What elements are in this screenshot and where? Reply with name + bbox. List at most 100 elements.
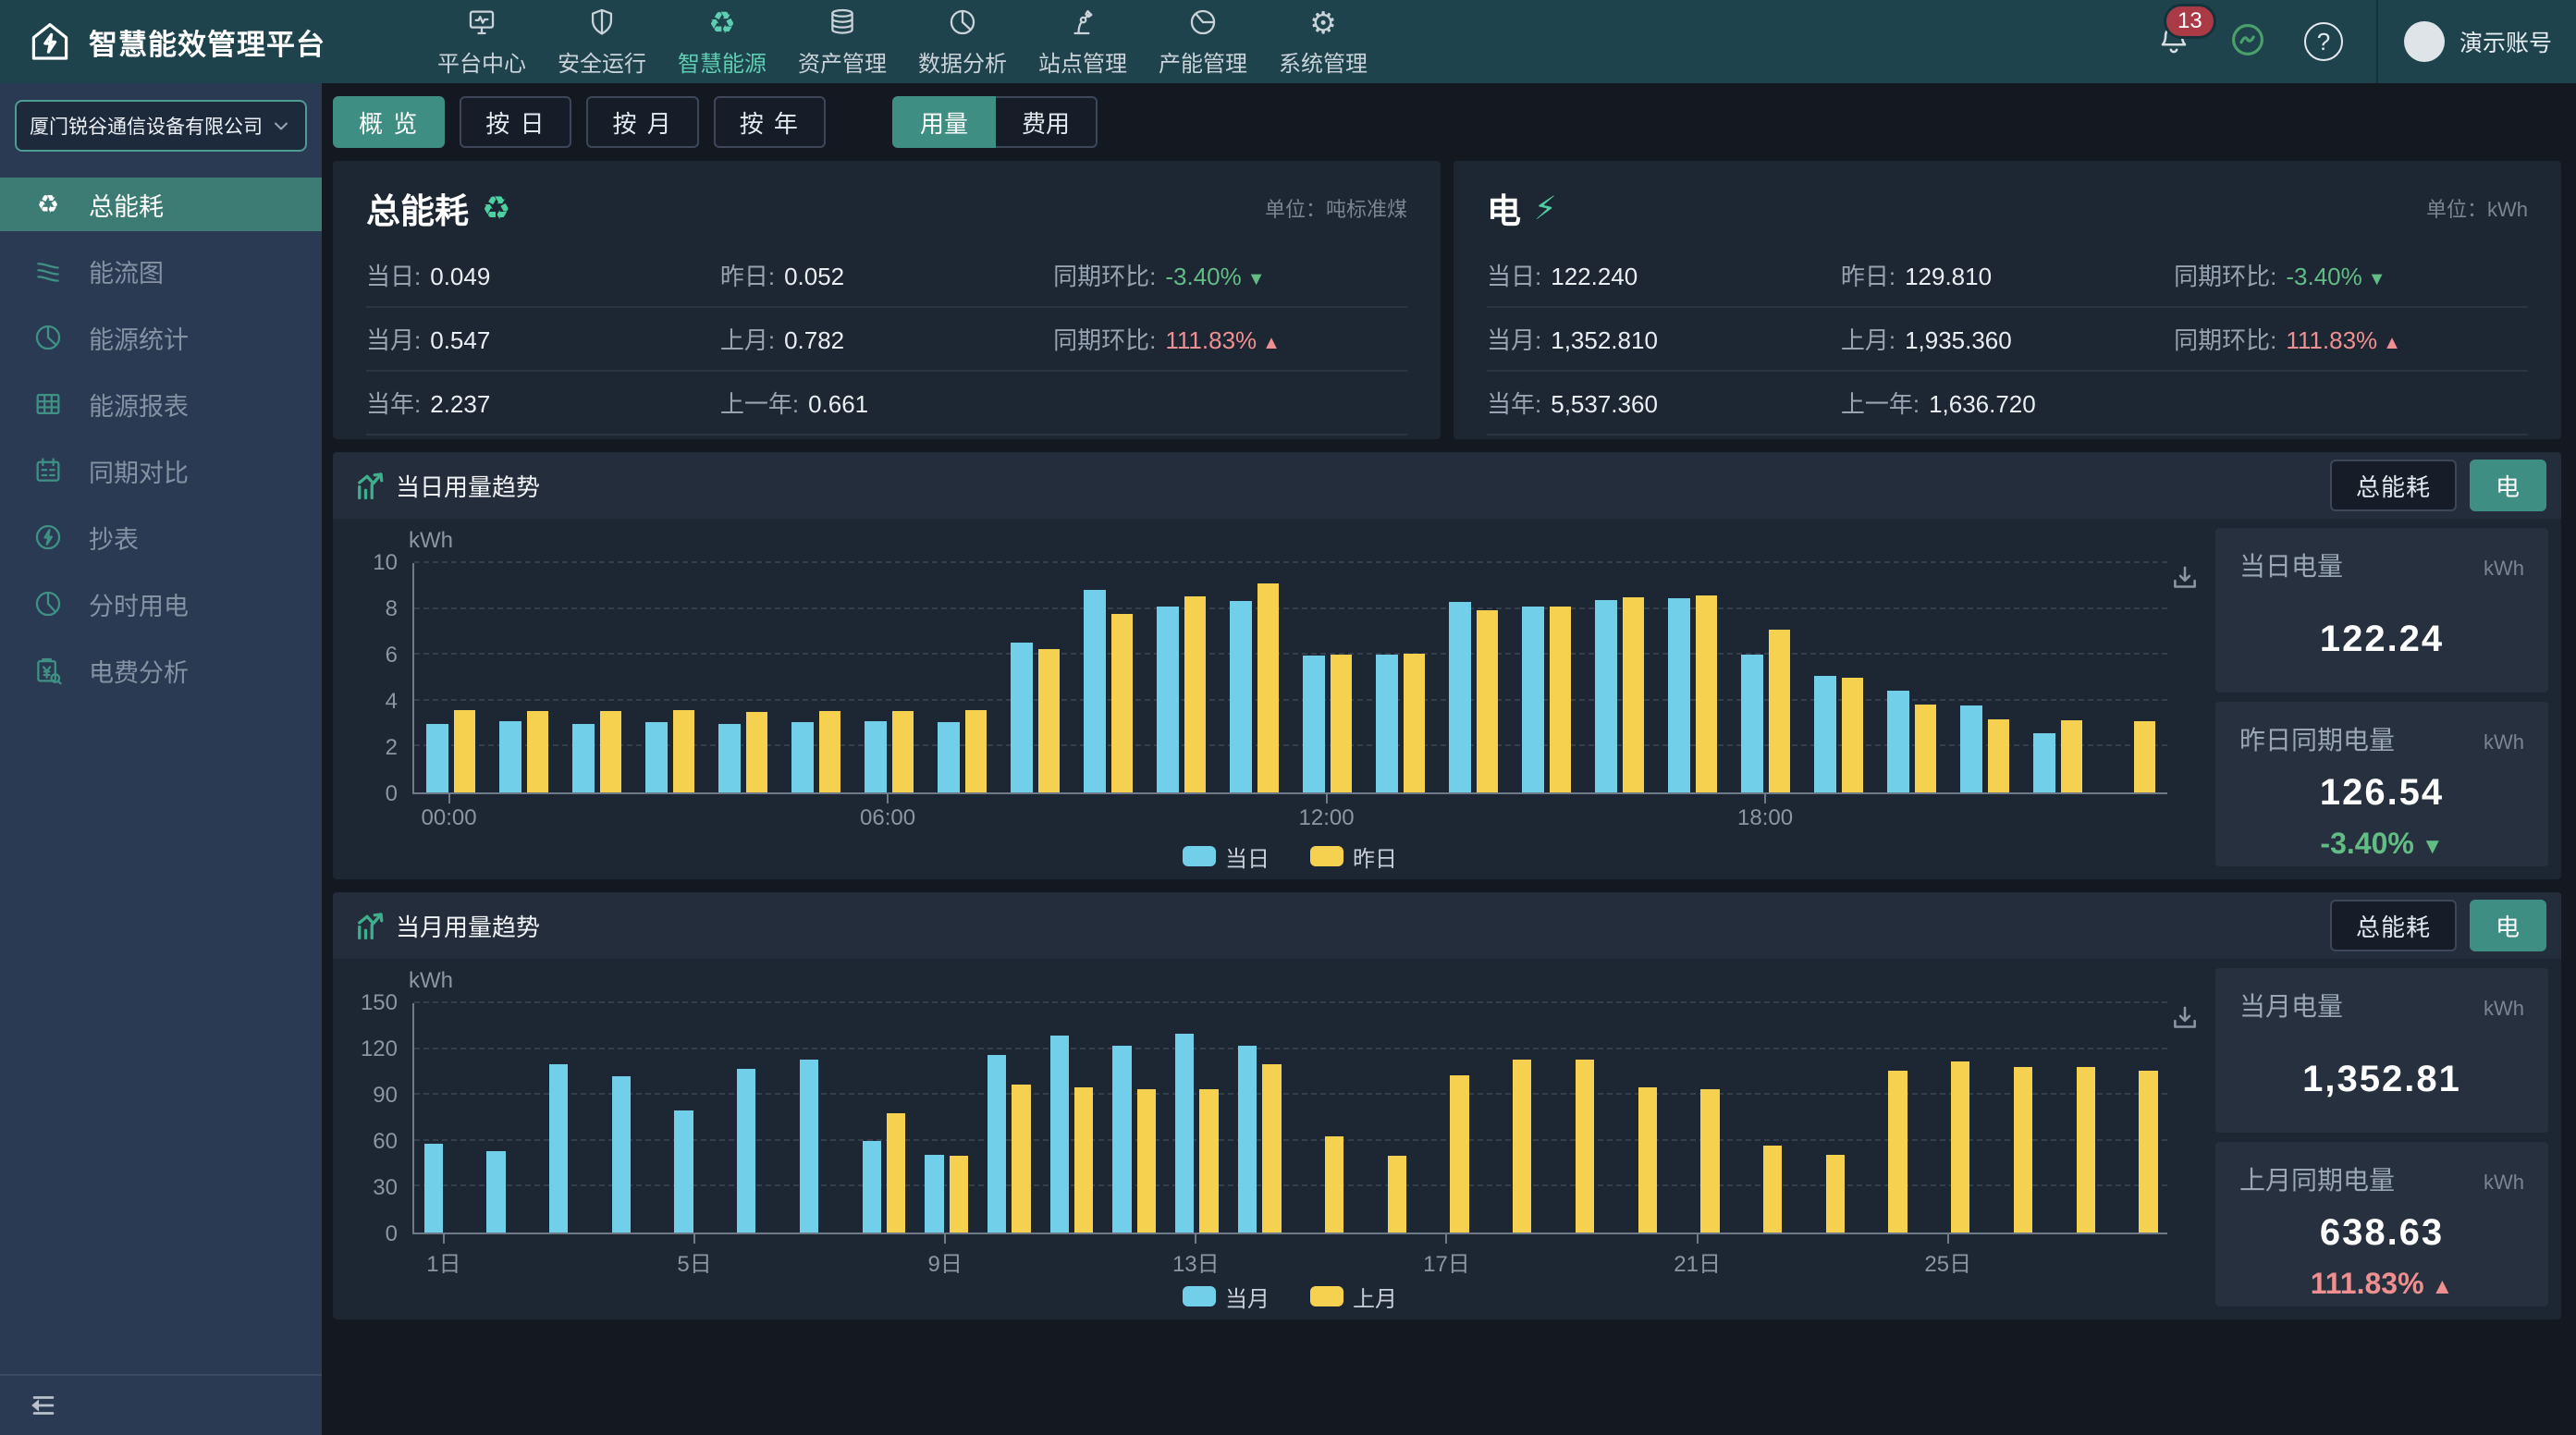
- x-tick-label: 25日: [1924, 1245, 1971, 1278]
- nav-smart-energy[interactable]: ♻ 智慧能源: [662, 6, 782, 78]
- category-slot: [477, 1003, 540, 1233]
- x-tick-label: 06:00: [860, 805, 915, 831]
- sidebar-item-energy-flow[interactable]: 能流图: [0, 244, 322, 298]
- account-menu[interactable]: 演示账号: [2378, 21, 2576, 62]
- sidebar-item-label: 电费分析: [89, 653, 189, 689]
- nav-safe-operation[interactable]: 安全运行: [542, 6, 662, 78]
- bar-当日-05:00: [791, 722, 814, 792]
- bar-当日-01:00: [499, 721, 521, 792]
- legend-item-当月[interactable]: 当月: [1183, 1281, 1270, 1313]
- x-tick-label: 5日: [677, 1245, 711, 1278]
- help-button[interactable]: ?: [2304, 22, 2343, 61]
- bar-当月-7日: [800, 1060, 818, 1233]
- notifications-button[interactable]: 13: [2156, 22, 2191, 62]
- legend-item-当日[interactable]: 当日: [1183, 840, 1270, 873]
- bar-上月-8日: [887, 1113, 905, 1233]
- nav-system-management[interactable]: ⚙ 系统管理: [1263, 6, 1383, 78]
- category-slot: [779, 563, 853, 792]
- bar-昨日-20:00: [1915, 705, 1937, 792]
- bar-当日-11:00: [1230, 601, 1252, 792]
- nav-data-analysis[interactable]: 数据分析: [902, 6, 1023, 78]
- daily-total-energy-button[interactable]: 总能耗: [2330, 460, 2457, 511]
- bar-上月-24日: [1888, 1071, 1907, 1233]
- category-slot: [853, 563, 926, 792]
- sidebar-item-time-of-use[interactable]: 分时用电: [0, 577, 322, 631]
- category-slot: [2021, 563, 2094, 792]
- clipboard-yen-icon: [31, 654, 65, 687]
- up-arrow-icon: ▲: [2383, 333, 2401, 353]
- chart-legend: 当月 上月: [412, 1277, 2167, 1316]
- nav-label: 产能管理: [1159, 45, 1247, 78]
- download-chart-button[interactable]: [2169, 1003, 2201, 1039]
- bar-上月-23日: [1826, 1155, 1845, 1233]
- nav-label: 站点管理: [1038, 45, 1127, 78]
- sidebar-item-energy-statistics[interactable]: 能源统计: [0, 311, 322, 364]
- x-tick-mark: [944, 1234, 946, 1244]
- category-slot: [999, 563, 1072, 792]
- bar-上月-12日: [1137, 1089, 1156, 1233]
- category-slot: [539, 1003, 602, 1233]
- daily-electricity-button[interactable]: 电: [2470, 460, 2546, 511]
- category-slot: [1354, 1003, 1417, 1233]
- sidebar-item-energy-report[interactable]: 能源报表: [0, 377, 322, 431]
- bar-plot: [412, 563, 2167, 794]
- y-axis-ticks: 0246810: [353, 563, 412, 794]
- tab-overview[interactable]: 概 览: [333, 96, 445, 148]
- down-arrow-icon: ▼: [2368, 269, 2386, 289]
- status-ring-button[interactable]: [2228, 20, 2267, 64]
- pie-chart-icon: [947, 6, 978, 39]
- x-tick-label: 1日: [426, 1245, 460, 1278]
- nav-asset-management[interactable]: 资产管理: [782, 6, 902, 78]
- card-title: 总能耗: [366, 183, 469, 233]
- legend-item-上月[interactable]: 上月: [1310, 1281, 1397, 1313]
- monthly-electricity-button[interactable]: 电: [2470, 900, 2546, 951]
- category-slot: [665, 1003, 728, 1233]
- category-slot: [1103, 1003, 1166, 1233]
- x-axis-labels: 1日5日9日13日17日21日25日: [412, 1234, 2167, 1277]
- sidebar-item-meter-reading[interactable]: 抄表: [0, 510, 322, 564]
- category-slot: [1510, 563, 1583, 792]
- bar-上月-17日: [1450, 1075, 1468, 1233]
- y-tick-label: 150: [361, 990, 398, 1016]
- collapse-sidebar-icon[interactable]: [28, 1390, 59, 1421]
- nav-capacity-management[interactable]: 产能管理: [1143, 6, 1263, 78]
- stat-cell: 当日:0.049: [366, 258, 720, 292]
- monthly-total-energy-button[interactable]: 总能耗: [2330, 900, 2457, 951]
- category-slot: [1583, 563, 1656, 792]
- legend-label: 当日: [1225, 840, 1270, 873]
- nav-label: 资产管理: [798, 45, 887, 78]
- x-tick-label: 21日: [1674, 1245, 1721, 1278]
- legend-item-昨日[interactable]: 昨日: [1310, 840, 1397, 873]
- category-slot: [602, 1003, 665, 1233]
- nav-site-management[interactable]: 站点管理: [1023, 6, 1143, 78]
- legend-swatch: [1310, 846, 1343, 866]
- y-tick-label: 8: [386, 596, 398, 622]
- x-tick-mark: [1697, 1234, 1699, 1244]
- nav-label: 平台中心: [437, 45, 526, 78]
- toggle-usage[interactable]: 用量: [892, 96, 996, 148]
- sidebar-item-period-comparison[interactable]: 同期对比: [0, 444, 322, 497]
- bar-当日-18:00: [1741, 655, 1763, 792]
- monthly-stats-column: 当月电量kWh 1,352.81 上月同期电量kWh 638.63 111.83…: [2210, 966, 2554, 1316]
- y-tick-label: 90: [373, 1083, 398, 1109]
- nav-platform-center[interactable]: 平台中心: [422, 6, 542, 78]
- sidebar-item-total-energy[interactable]: ♻ 总能耗: [0, 178, 322, 231]
- tab-by-month[interactable]: 按 月: [586, 96, 698, 148]
- stat-cell: 当月:1,352.810: [1487, 322, 1841, 356]
- calendar-icon: [31, 454, 65, 487]
- bar-上月-16日: [1388, 1156, 1406, 1233]
- tab-by-year[interactable]: 按 年: [714, 96, 826, 148]
- download-chart-button[interactable]: [2169, 563, 2201, 599]
- tab-by-day[interactable]: 按 日: [460, 96, 571, 148]
- bar-当月-1日: [424, 1144, 443, 1233]
- x-tick-mark: [1947, 1234, 1949, 1244]
- house-bolt-icon: [28, 19, 72, 64]
- bar-上月-10日: [1012, 1085, 1030, 1233]
- company-select[interactable]: 厦门锐谷通信设备有限公司: [15, 100, 307, 152]
- toggle-cost[interactable]: 费用: [996, 96, 1098, 148]
- bar-昨日-05:00: [819, 711, 841, 792]
- bar-上月-25日: [1951, 1061, 1969, 1233]
- category-slot: [728, 1003, 791, 1233]
- sidebar-item-electricity-cost-analysis[interactable]: 电费分析: [0, 644, 322, 697]
- stat-value: 126.54: [2239, 772, 2524, 814]
